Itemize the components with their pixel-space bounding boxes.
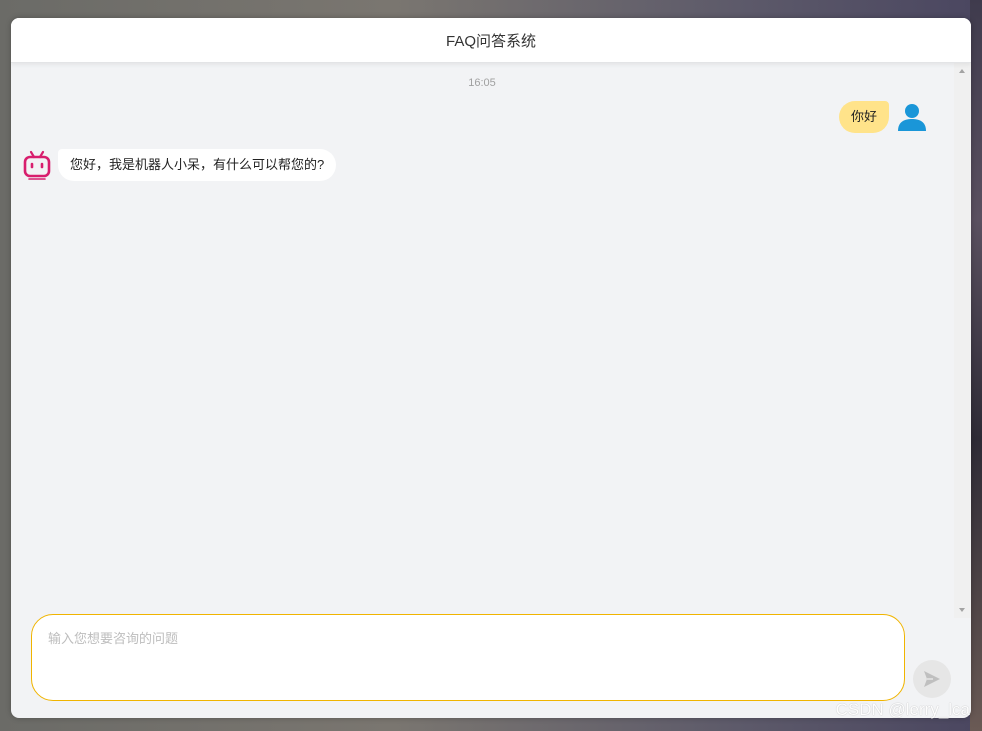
user-message-bubble: 你好 — [838, 101, 889, 133]
question-input-box — [31, 614, 905, 701]
user-message: 你好 — [838, 101, 927, 133]
chat-window: FAQ问答系统 16:05 你好 您好，我是机器人小呆，有什么可以帮您的? — [11, 18, 971, 718]
send-button[interactable] — [913, 660, 951, 698]
robot-icon — [23, 150, 51, 180]
chat-scrollbar[interactable] — [954, 63, 971, 618]
message-list: 16:05 你好 您好，我是机器人小呆，有什么可以帮您的? — [11, 63, 953, 618]
bot-message-bubble: 您好，我是机器人小呆，有什么可以帮您的? — [58, 149, 337, 181]
page-title: FAQ问答系统 — [445, 32, 536, 50]
user-icon — [898, 104, 926, 131]
scroll-up-arrow-icon[interactable] — [959, 69, 965, 73]
background-strip — [970, 0, 982, 731]
app-header: FAQ问答系统 — [11, 18, 971, 63]
message-timestamp: 16:05 — [468, 77, 496, 89]
scroll-down-arrow-icon[interactable] — [959, 608, 965, 612]
send-icon — [924, 671, 940, 687]
question-input[interactable] — [32, 615, 904, 700]
watermark: CSDN @lerry_lca — [835, 700, 970, 719]
bot-message: 您好，我是机器人小呆，有什么可以帮您的? — [22, 149, 337, 181]
